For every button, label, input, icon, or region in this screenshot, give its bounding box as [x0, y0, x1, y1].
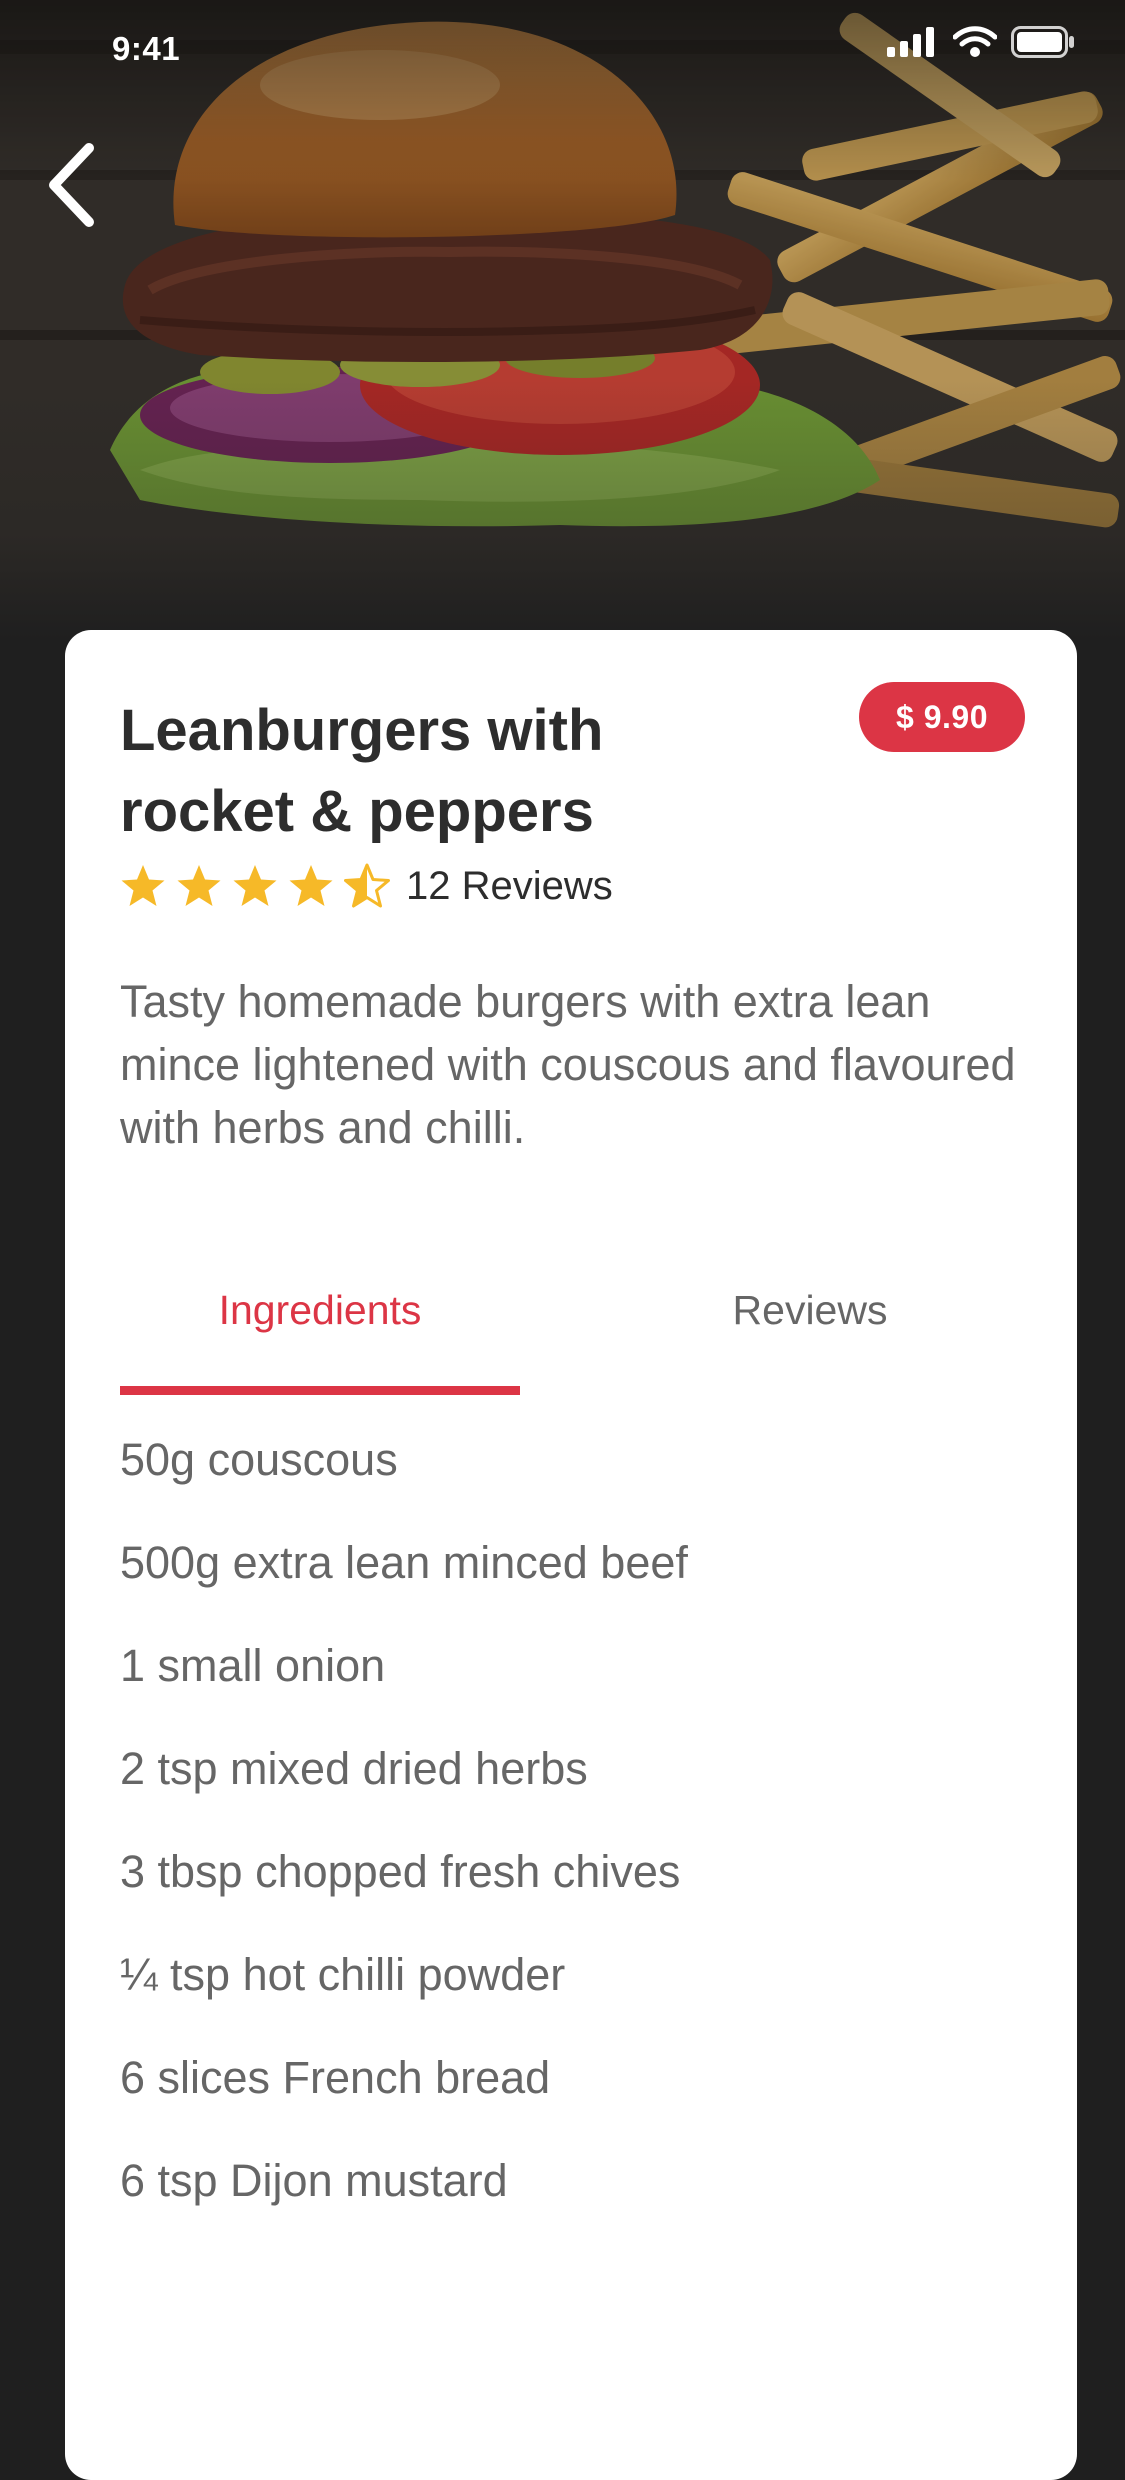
- status-icons: [887, 26, 1075, 58]
- ingredient-item: 2 tsp mixed dried herbs: [120, 1743, 588, 1794]
- ingredient-item: 500g extra lean minced beef: [120, 1537, 688, 1588]
- tab-ingredients[interactable]: Ingredients: [120, 1260, 520, 1360]
- tab-reviews[interactable]: Reviews: [620, 1260, 1000, 1360]
- ingredient-item: 6 slices French bread: [120, 2052, 551, 2103]
- ingredient-item: 6 tsp Dijon mustard: [120, 2155, 508, 2206]
- wifi-icon: [953, 26, 997, 57]
- active-tab-indicator: [120, 1386, 520, 1395]
- ingredient-item: 1 small onion: [120, 1640, 386, 1691]
- chevron-left-icon: [49, 143, 94, 227]
- ingredient-item: 3 tbsp chopped fresh chives: [120, 1846, 681, 1897]
- price-badge: $ 9.90: [859, 682, 1025, 752]
- star-filled-icon: [289, 865, 333, 906]
- ingredient-item: 50g couscous: [120, 1434, 398, 1485]
- star-half-icon: [344, 863, 390, 908]
- ingredient-item: ¼ tsp hot chilli powder: [120, 1949, 566, 2000]
- recipe-title: Leanburgers with rocket & peppers: [120, 698, 604, 844]
- recipe-card: Leanburgers with rocket & peppers $ 9.90…: [65, 630, 1077, 2480]
- star-filled-icon: [121, 865, 165, 906]
- status-bar: 9:41: [0, 0, 1125, 100]
- back-button[interactable]: [36, 135, 106, 235]
- star-filled-icon: [177, 865, 221, 906]
- ingredients-list: 50g couscous 500g extra lean minced beef 1…: [120, 1408, 1020, 2232]
- reviews-count: 12 Reviews: [406, 863, 613, 908]
- cellular-signal-icon: [887, 27, 934, 57]
- tab-bar: Ingredients Reviews: [120, 1260, 1020, 1400]
- battery-icon: [1011, 26, 1074, 58]
- rating: 12 Reviews: [120, 856, 613, 916]
- recipe-description: Tasty homemade burgers with extra lean m…: [120, 976, 1016, 1153]
- status-time: 9:41: [112, 30, 181, 67]
- star-filled-icon: [233, 865, 277, 906]
- rating-stars: [120, 863, 390, 909]
